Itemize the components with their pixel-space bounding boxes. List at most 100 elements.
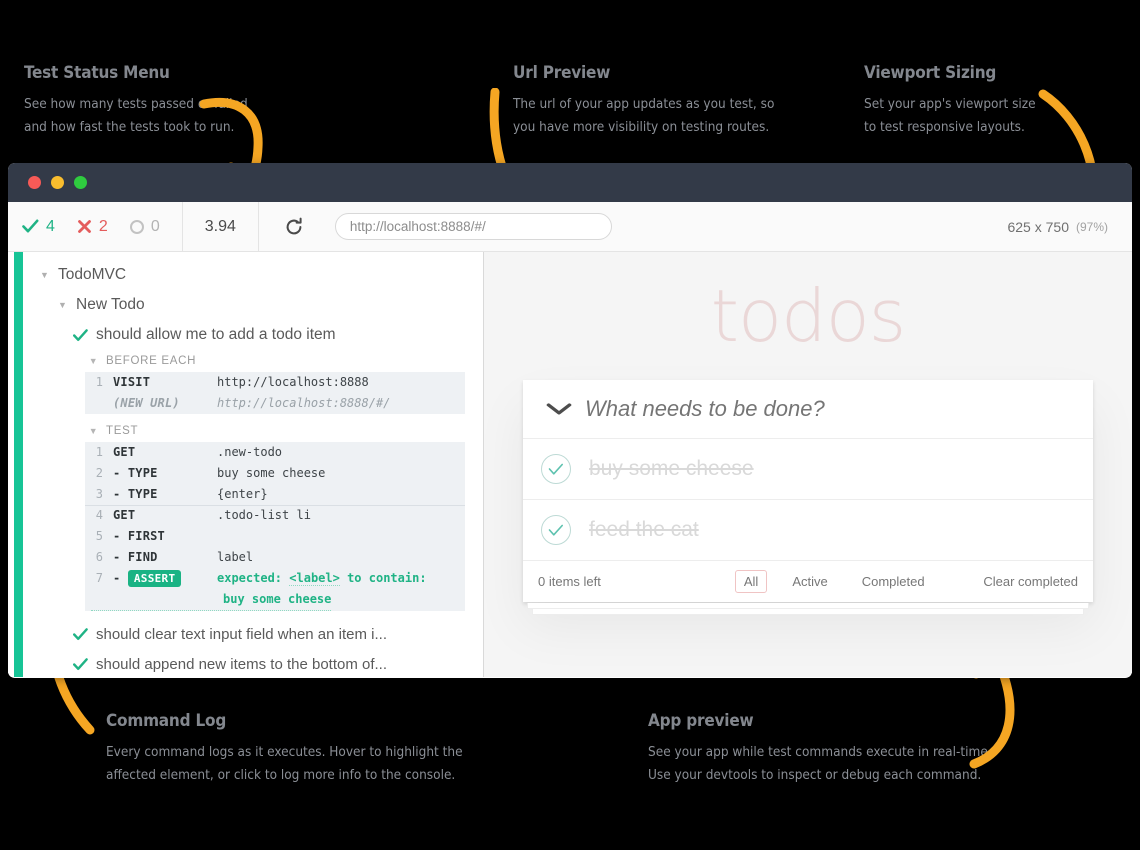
suite-row-todomvc[interactable]: ▼ TodoMVC bbox=[23, 260, 483, 290]
annotation-line: The url of your app updates as you test,… bbox=[513, 96, 775, 112]
group-header[interactable]: ▼ BEFORE EACH bbox=[85, 350, 465, 372]
command-row[interactable]: 6 - FIND label bbox=[85, 547, 465, 568]
command-number: 1 bbox=[95, 375, 103, 389]
command-row[interactable]: 3 - TYPE {enter} bbox=[85, 484, 465, 505]
annotation-command-log: Command Log Every command logs as it exe… bbox=[106, 711, 463, 787]
todo-toggle-checkbox[interactable] bbox=[541, 454, 571, 484]
command-message: .todo-list li bbox=[217, 508, 311, 522]
annotation-test-status-menu: Test Status Menu See how many tests pass… bbox=[24, 63, 248, 139]
todo-label: buy some cheese bbox=[589, 457, 754, 480]
group-label: TEST bbox=[106, 425, 139, 437]
annotation-line: See your app while test commands execute… bbox=[648, 744, 992, 760]
url-input[interactable] bbox=[334, 213, 612, 240]
command-message: expected: <label> to contain: bbox=[217, 568, 459, 589]
test-tree: ▼ TodoMVC ▼ New Todo should allow me to … bbox=[23, 252, 483, 677]
todo-item[interactable]: buy some cheese bbox=[523, 439, 1093, 500]
todo-item[interactable]: feed the cat bbox=[523, 500, 1093, 561]
chevron-down-icon[interactable]: ▼ bbox=[39, 270, 50, 280]
stat-pending[interactable]: 0 bbox=[129, 217, 160, 236]
filter-completed[interactable]: Completed bbox=[853, 570, 934, 593]
test-row-active[interactable]: should allow me to add a todo item bbox=[23, 320, 483, 350]
check-icon bbox=[73, 627, 88, 641]
command-log-panel: ▼ TodoMVC ▼ New Todo should allow me to … bbox=[8, 252, 483, 677]
command-name: GET bbox=[113, 508, 136, 522]
viewport-scale: (97%) bbox=[1075, 219, 1108, 234]
annotation-title: Url Preview bbox=[513, 63, 611, 83]
command-number: 3 bbox=[95, 487, 103, 501]
test-row-other[interactable]: should append new items to the bottom of… bbox=[23, 649, 483, 677]
test-label: should append new items to the bottom of… bbox=[96, 655, 388, 673]
runner-status-stripe bbox=[14, 252, 23, 677]
command-message: buy some cheese bbox=[217, 466, 326, 480]
todos-app-title: todos bbox=[710, 274, 907, 358]
command-number: 5 bbox=[95, 529, 103, 543]
chevron-down-icon[interactable]: ▼ bbox=[57, 300, 68, 310]
check-icon bbox=[73, 657, 88, 671]
assert-value: buy some cheese bbox=[91, 589, 332, 611]
group-header[interactable]: ▼ TEST bbox=[85, 420, 465, 442]
pending-count: 0 bbox=[150, 217, 160, 235]
maximize-window-icon[interactable] bbox=[74, 176, 87, 189]
command-number: 2 bbox=[95, 466, 103, 480]
command-name: - FIRST bbox=[113, 529, 165, 543]
test-label: should clear text input field when an it… bbox=[96, 625, 387, 643]
annotation-viewport-sizing: Viewport Sizing Set your app's viewport … bbox=[864, 63, 1036, 139]
chevron-down-icon[interactable] bbox=[533, 402, 585, 416]
reload-icon[interactable] bbox=[281, 214, 307, 240]
command-dash: - bbox=[113, 571, 128, 585]
group-label: BEFORE EACH bbox=[106, 355, 197, 367]
passed-count: 4 bbox=[46, 217, 55, 235]
test-row-other[interactable]: should clear text input field when an it… bbox=[23, 619, 483, 649]
new-todo-row bbox=[523, 380, 1093, 439]
command-name: (NEW URL) bbox=[113, 396, 180, 410]
command-name: - ASSERT bbox=[113, 568, 217, 589]
filter-all[interactable]: All bbox=[734, 570, 768, 593]
minimize-window-icon[interactable] bbox=[51, 176, 64, 189]
annotation-url-preview: Url Preview The url of your app updates … bbox=[513, 63, 774, 139]
command-row-assert[interactable]: 7 - ASSERT expected: <label> to contain: bbox=[85, 568, 465, 589]
new-todo-input[interactable] bbox=[579, 396, 1093, 422]
suite-label: New Todo bbox=[76, 296, 145, 313]
command-group-test: ▼ TEST 1 GET .new-todo 2 - TYPE buy some… bbox=[85, 420, 465, 611]
clear-completed-button[interactable]: Clear completed bbox=[983, 574, 1078, 589]
command-name: GET bbox=[113, 445, 136, 459]
chevron-down-icon[interactable]: ▼ bbox=[88, 426, 99, 436]
command-row-assert-continued[interactable]: buy some cheese bbox=[85, 589, 465, 611]
command-row[interactable]: 1 VISIT http://localhost:8888 bbox=[85, 372, 465, 393]
command-number bbox=[91, 393, 113, 414]
command-table: 1 VISIT http://localhost:8888 (NEW URL) … bbox=[85, 372, 465, 414]
suite-label: TodoMVC bbox=[58, 266, 127, 283]
command-row[interactable]: 4 GET .todo-list li bbox=[85, 505, 465, 526]
url-preview-zone bbox=[259, 202, 1008, 251]
window-body: ▼ TodoMVC ▼ New Todo should allow me to … bbox=[8, 252, 1132, 677]
chevron-down-icon[interactable]: ▼ bbox=[88, 356, 99, 366]
annotation-line: Use your devtools to inspect or debug ea… bbox=[648, 767, 982, 783]
todo-toggle-checkbox[interactable] bbox=[541, 515, 571, 545]
annotation-title: Test Status Menu bbox=[24, 63, 170, 83]
x-icon bbox=[77, 219, 92, 234]
command-row[interactable]: 2 - TYPE buy some cheese bbox=[85, 463, 465, 484]
close-window-icon[interactable] bbox=[28, 176, 41, 189]
assert-prefix: expected: bbox=[217, 571, 283, 585]
suite-row-new-todo[interactable]: ▼ New Todo bbox=[23, 290, 483, 320]
command-row[interactable]: 1 GET .new-todo bbox=[85, 442, 465, 463]
command-message: {enter} bbox=[217, 487, 268, 501]
command-message: label bbox=[217, 550, 254, 564]
annotation-title: Command Log bbox=[106, 711, 227, 731]
todo-app: buy some cheese feed the cat 0 items lef… bbox=[523, 380, 1093, 615]
stat-failed[interactable]: 2 bbox=[77, 218, 108, 236]
viewport-size-display[interactable]: 625 x 750 (97%) bbox=[1007, 202, 1132, 251]
stat-passed[interactable]: 4 bbox=[22, 218, 55, 236]
command-row[interactable]: 5 - FIRST bbox=[85, 526, 465, 547]
annotation-line: to test responsive layouts. bbox=[864, 119, 1025, 135]
annotation-line: and how fast the tests took to run. bbox=[24, 119, 235, 135]
command-name: VISIT bbox=[113, 375, 151, 389]
filter-active[interactable]: Active bbox=[783, 570, 836, 593]
command-row-new-url[interactable]: (NEW URL) http://localhost:8888/#/ bbox=[85, 393, 465, 414]
command-group-before-each: ▼ BEFORE EACH 1 VISIT http://localhost:8… bbox=[85, 350, 465, 414]
test-duration: 3.94 bbox=[181, 202, 259, 251]
test-label: should allow me to add a todo item bbox=[96, 326, 336, 343]
command-number: 1 bbox=[95, 445, 103, 459]
todo-filters: All Active Completed bbox=[727, 570, 942, 593]
assert-badge: ASSERT bbox=[127, 570, 182, 587]
